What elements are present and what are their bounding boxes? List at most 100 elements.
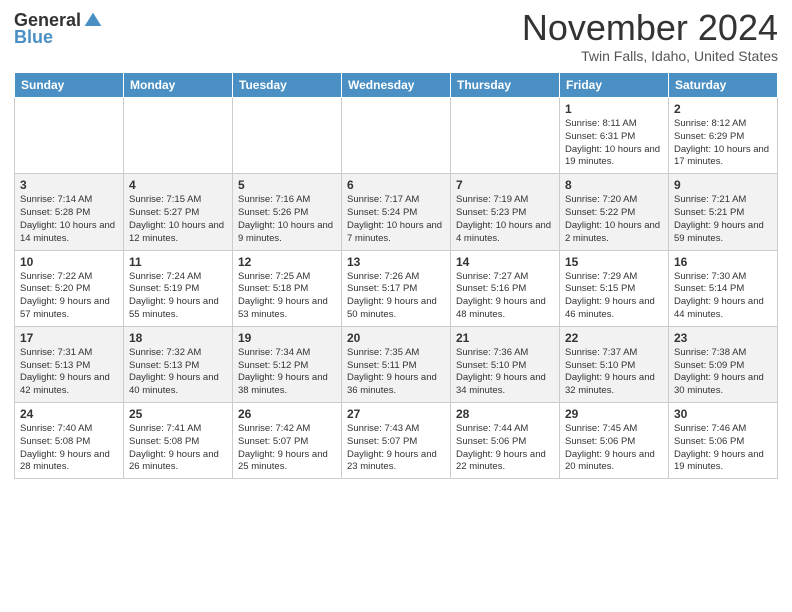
day-number: 21 (456, 331, 554, 345)
header-friday: Friday (560, 73, 669, 98)
day-info: Sunrise: 7:14 AM Sunset: 5:28 PM Dayligh… (20, 194, 118, 245)
table-row: 24 Sunrise: 7:40 AM Sunset: 5:08 PM Dayli… (15, 403, 124, 479)
table-row: 17 Sunrise: 7:31 AM Sunset: 5:13 PM Dayli… (15, 326, 124, 402)
table-row: 1 Sunrise: 8:11 AM Sunset: 6:31 PM Daylig… (560, 98, 669, 174)
day-number: 3 (20, 178, 118, 192)
calendar-week-row: 24 Sunrise: 7:40 AM Sunset: 5:08 PM Dayli… (15, 403, 778, 479)
day-number: 5 (238, 178, 336, 192)
logo-blue-text: Blue (14, 27, 53, 48)
day-info: Sunrise: 7:40 AM Sunset: 5:08 PM Dayligh… (20, 423, 118, 474)
table-row: 22 Sunrise: 7:37 AM Sunset: 5:10 PM Dayli… (560, 326, 669, 402)
table-row: 26Sunrise: 7:42 AM Sunset: 5:07 PM Dayli… (233, 403, 342, 479)
table-row: 19 Sunrise: 7:34 AM Sunset: 5:12 PM Dayli… (233, 326, 342, 402)
header-wednesday: Wednesday (342, 73, 451, 98)
table-row (342, 98, 451, 174)
day-info: Sunrise: 7:21 AM Sunset: 5:21 PM Dayligh… (674, 194, 772, 245)
table-row: 25Sunrise: 7:41 AM Sunset: 5:08 PM Dayli… (124, 403, 233, 479)
day-number: 4 (129, 178, 227, 192)
table-row: 6 Sunrise: 7:17 AM Sunset: 5:24 PM Daylig… (342, 174, 451, 250)
table-row: 4 Sunrise: 7:15 AM Sunset: 5:27 PM Daylig… (124, 174, 233, 250)
table-row (124, 98, 233, 174)
day-info: Sunrise: 7:44 AM Sunset: 5:06 PM Dayligh… (456, 423, 554, 474)
month-title: November 2024 (522, 10, 778, 46)
calendar-table: Sunday Monday Tuesday Wednesday Thursday… (14, 72, 778, 479)
day-number: 15 (565, 255, 663, 269)
calendar-week-row: 3 Sunrise: 7:14 AM Sunset: 5:28 PM Daylig… (15, 174, 778, 250)
calendar-header-row: Sunday Monday Tuesday Wednesday Thursday… (15, 73, 778, 98)
title-block: November 2024 Twin Falls, Idaho, United … (522, 10, 778, 64)
day-number: 29 (565, 407, 663, 421)
day-number: 22 (565, 331, 663, 345)
table-row: 15 Sunrise: 7:29 AM Sunset: 5:15 PM Dayli… (560, 250, 669, 326)
table-row: 21 Sunrise: 7:36 AM Sunset: 5:10 PM Dayli… (451, 326, 560, 402)
day-info: Sunrise: 8:12 AM Sunset: 6:29 PM Dayligh… (674, 118, 772, 169)
day-number: 13 (347, 255, 445, 269)
day-info: Sunrise: 7:34 AM Sunset: 5:12 PM Dayligh… (238, 347, 336, 398)
calendar-week-row: 10 Sunrise: 7:22 AM Sunset: 5:20 PM Dayli… (15, 250, 778, 326)
table-row: 7 Sunrise: 7:19 AM Sunset: 5:23 PM Daylig… (451, 174, 560, 250)
day-number: 18 (129, 331, 227, 345)
day-info: Sunrise: 7:29 AM Sunset: 5:15 PM Dayligh… (565, 271, 663, 322)
calendar-week-row: 1 Sunrise: 8:11 AM Sunset: 6:31 PM Daylig… (15, 98, 778, 174)
table-row: 3 Sunrise: 7:14 AM Sunset: 5:28 PM Daylig… (15, 174, 124, 250)
day-info: Sunrise: 7:17 AM Sunset: 5:24 PM Dayligh… (347, 194, 445, 245)
header: General Blue November 2024 Twin Falls, I… (14, 10, 778, 64)
day-info: Sunrise: 7:16 AM Sunset: 5:26 PM Dayligh… (238, 194, 336, 245)
table-row (15, 98, 124, 174)
day-number: 23 (674, 331, 772, 345)
header-tuesday: Tuesday (233, 73, 342, 98)
day-info: Sunrise: 7:42 AM Sunset: 5:07 PM Dayligh… (238, 423, 336, 474)
logo: General Blue (14, 10, 103, 48)
day-number: 11 (129, 255, 227, 269)
day-info: Sunrise: 7:24 AM Sunset: 5:19 PM Dayligh… (129, 271, 227, 322)
table-row: 20Sunrise: 7:35 AM Sunset: 5:11 PM Dayli… (342, 326, 451, 402)
day-info: Sunrise: 7:19 AM Sunset: 5:23 PM Dayligh… (456, 194, 554, 245)
day-info: Sunrise: 7:27 AM Sunset: 5:16 PM Dayligh… (456, 271, 554, 322)
table-row: 9Sunrise: 7:21 AM Sunset: 5:21 PM Daylig… (669, 174, 778, 250)
day-number: 30 (674, 407, 772, 421)
table-row: 10 Sunrise: 7:22 AM Sunset: 5:20 PM Dayli… (15, 250, 124, 326)
day-info: Sunrise: 7:46 AM Sunset: 5:06 PM Dayligh… (674, 423, 772, 474)
day-number: 24 (20, 407, 118, 421)
day-info: Sunrise: 7:15 AM Sunset: 5:27 PM Dayligh… (129, 194, 227, 245)
header-saturday: Saturday (669, 73, 778, 98)
day-info: Sunrise: 8:11 AM Sunset: 6:31 PM Dayligh… (565, 118, 663, 169)
header-thursday: Thursday (451, 73, 560, 98)
day-number: 14 (456, 255, 554, 269)
day-info: Sunrise: 7:22 AM Sunset: 5:20 PM Dayligh… (20, 271, 118, 322)
day-info: Sunrise: 7:30 AM Sunset: 5:14 PM Dayligh… (674, 271, 772, 322)
day-info: Sunrise: 7:41 AM Sunset: 5:08 PM Dayligh… (129, 423, 227, 474)
day-number: 16 (674, 255, 772, 269)
table-row: 13Sunrise: 7:26 AM Sunset: 5:17 PM Dayli… (342, 250, 451, 326)
day-info: Sunrise: 7:43 AM Sunset: 5:07 PM Dayligh… (347, 423, 445, 474)
day-info: Sunrise: 7:36 AM Sunset: 5:10 PM Dayligh… (456, 347, 554, 398)
day-number: 19 (238, 331, 336, 345)
location: Twin Falls, Idaho, United States (522, 48, 778, 64)
table-row: 28 Sunrise: 7:44 AM Sunset: 5:06 PM Dayli… (451, 403, 560, 479)
day-number: 1 (565, 102, 663, 116)
day-number: 8 (565, 178, 663, 192)
day-info: Sunrise: 7:20 AM Sunset: 5:22 PM Dayligh… (565, 194, 663, 245)
table-row (233, 98, 342, 174)
day-number: 6 (347, 178, 445, 192)
table-row: 8 Sunrise: 7:20 AM Sunset: 5:22 PM Daylig… (560, 174, 669, 250)
table-row: 11 Sunrise: 7:24 AM Sunset: 5:19 PM Dayli… (124, 250, 233, 326)
table-row: 14 Sunrise: 7:27 AM Sunset: 5:16 PM Dayli… (451, 250, 560, 326)
header-monday: Monday (124, 73, 233, 98)
day-info: Sunrise: 7:35 AM Sunset: 5:11 PM Dayligh… (347, 347, 445, 398)
day-number: 7 (456, 178, 554, 192)
table-row: 18 Sunrise: 7:32 AM Sunset: 5:13 PM Dayli… (124, 326, 233, 402)
day-info: Sunrise: 7:31 AM Sunset: 5:13 PM Dayligh… (20, 347, 118, 398)
day-number: 2 (674, 102, 772, 116)
day-number: 10 (20, 255, 118, 269)
day-number: 28 (456, 407, 554, 421)
table-row: 2 Sunrise: 8:12 AM Sunset: 6:29 PM Daylig… (669, 98, 778, 174)
day-info: Sunrise: 7:37 AM Sunset: 5:10 PM Dayligh… (565, 347, 663, 398)
day-number: 27 (347, 407, 445, 421)
logo-icon (83, 11, 103, 31)
day-info: Sunrise: 7:45 AM Sunset: 5:06 PM Dayligh… (565, 423, 663, 474)
table-row: 27 Sunrise: 7:43 AM Sunset: 5:07 PM Dayli… (342, 403, 451, 479)
day-info: Sunrise: 7:32 AM Sunset: 5:13 PM Dayligh… (129, 347, 227, 398)
day-number: 17 (20, 331, 118, 345)
day-info: Sunrise: 7:25 AM Sunset: 5:18 PM Dayligh… (238, 271, 336, 322)
